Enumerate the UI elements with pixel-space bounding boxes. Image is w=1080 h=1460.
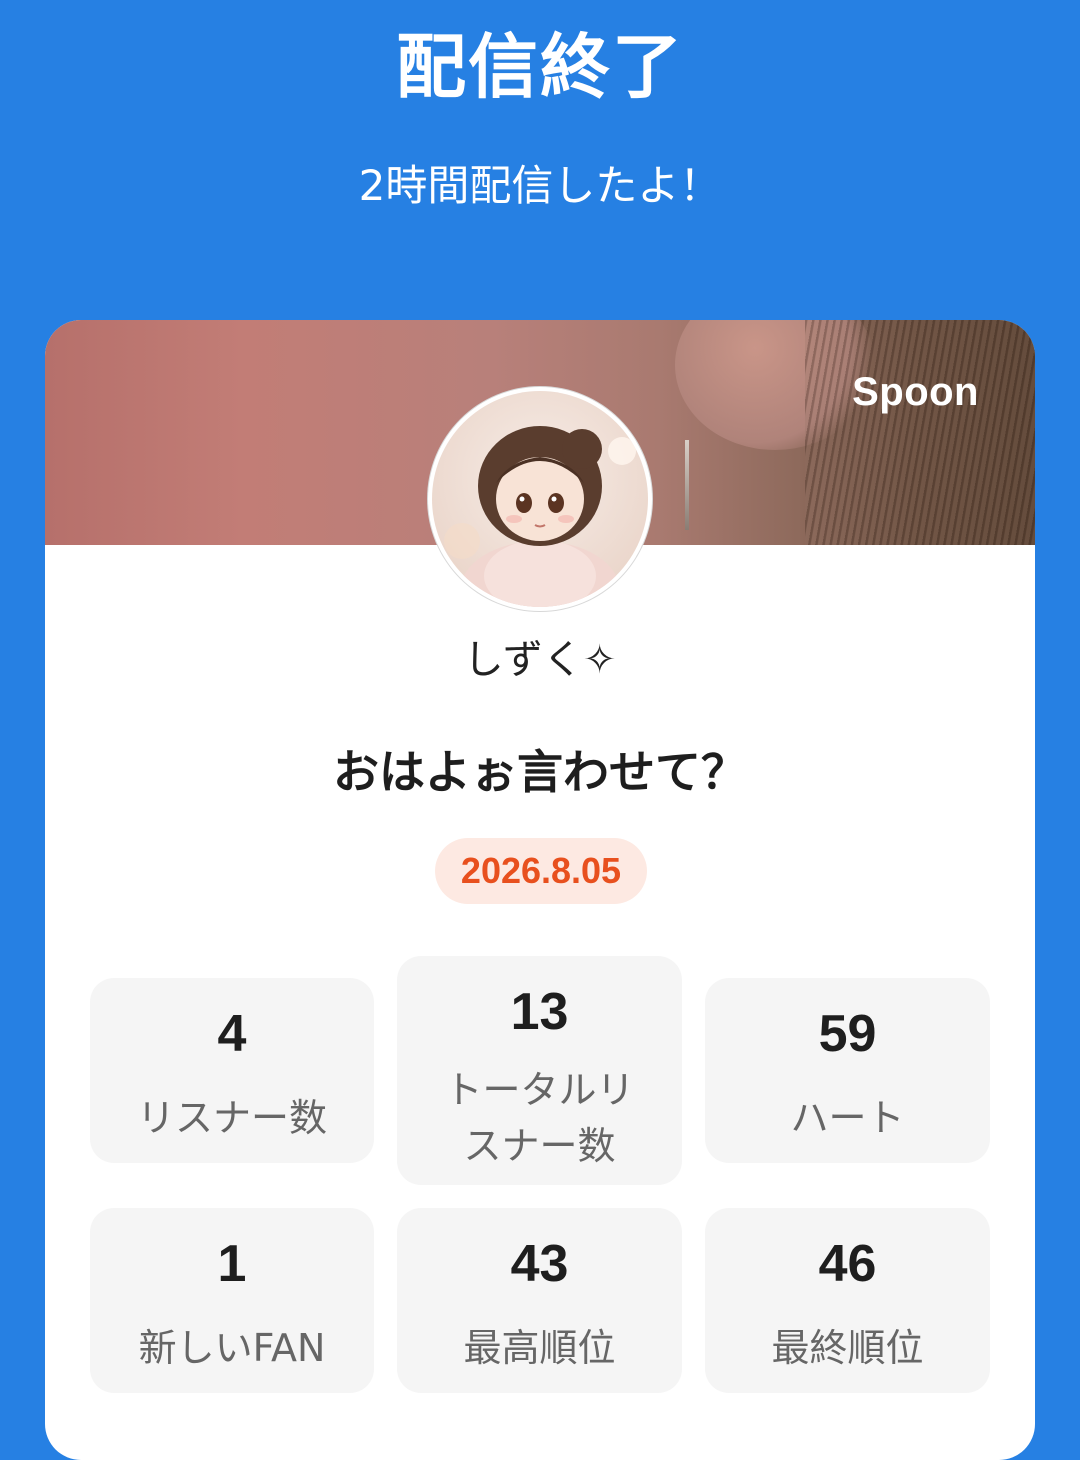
stat-new-fans: 1 新しいFAN <box>90 1208 374 1393</box>
page-subtitle: 2時間配信したよ！ <box>358 161 722 210</box>
date-badge: 2026.8.05 <box>435 838 647 904</box>
spoon-logo: Spoon <box>852 370 979 414</box>
stat-hearts: 59 ハート <box>705 978 990 1163</box>
stat-label: 最高順位 <box>463 1326 616 1370</box>
stat-label: トータルリスナー数 <box>444 1068 635 1168</box>
avatar-image <box>432 391 648 607</box>
stat-value: 13 <box>510 983 569 1041</box>
stat-value: 43 <box>510 1235 569 1293</box>
stat-value: 59 <box>818 1005 877 1063</box>
stat-label: ハート <box>790 1096 905 1140</box>
stat-label: 最終順位 <box>771 1326 924 1370</box>
stat-value: 1 <box>217 1235 247 1293</box>
stat-label: リスナー数 <box>136 1096 327 1140</box>
avatar[interactable] <box>428 387 652 611</box>
broadcast-summary-card: Spoon しずく✧ おはよぉ言わせて？ 2026.8.05 4 リスナー数 1… <box>45 320 1035 1460</box>
stat-total-listeners: 13 トータルリスナー数 <box>397 956 682 1185</box>
username: しずく✧ <box>463 637 617 683</box>
stat-label: 新しいFAN <box>138 1326 326 1370</box>
page-title: 配信終了 <box>396 26 684 108</box>
stat-final-rank: 46 最終順位 <box>705 1208 990 1393</box>
stat-value: 4 <box>217 1005 247 1063</box>
stat-value: 46 <box>818 1235 877 1293</box>
stat-highest-rank: 43 最高順位 <box>397 1208 682 1393</box>
stat-listeners: 4 リスナー数 <box>90 978 374 1163</box>
stream-title: おはよぉ言わせて？ <box>333 745 747 799</box>
